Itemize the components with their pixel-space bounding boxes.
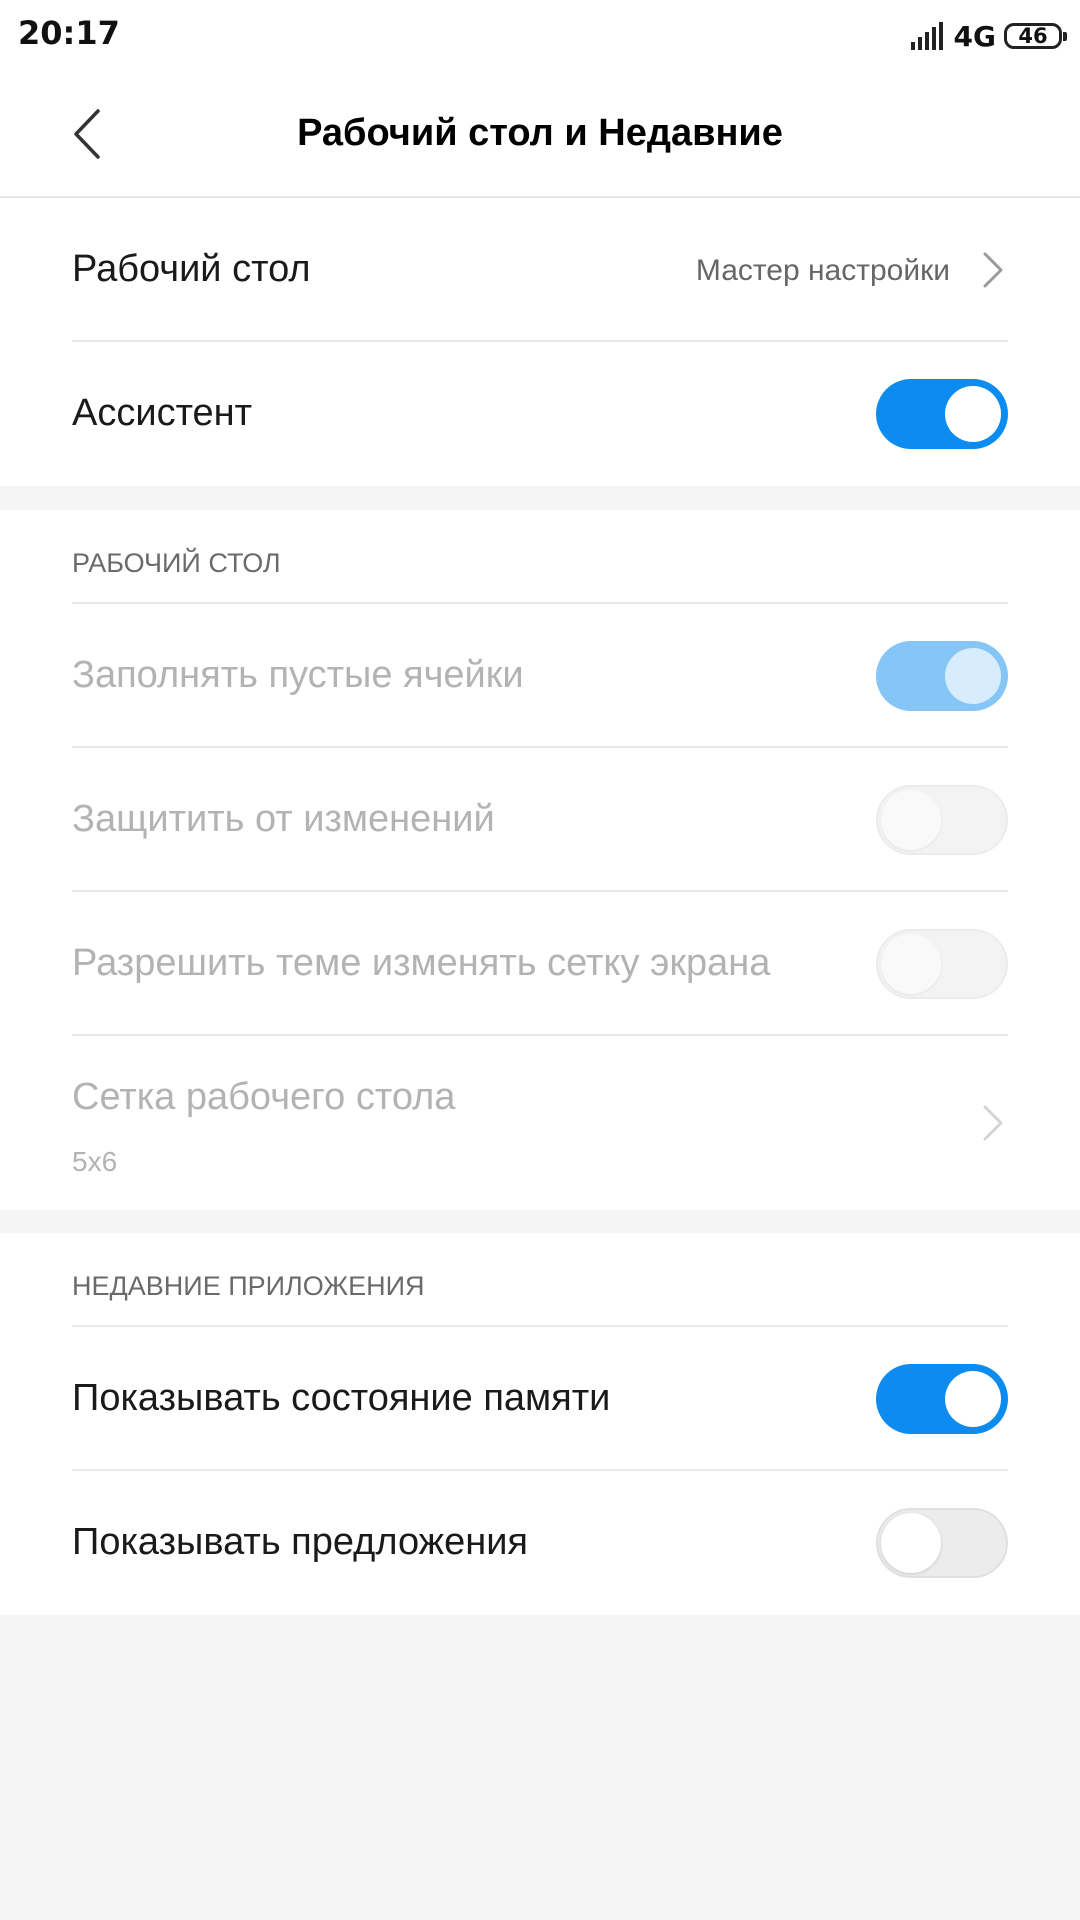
fill-empty-cells-item[interactable]: Заполнять пустые ячейки: [72, 604, 1008, 748]
lock-layout-label: Защитить от изменений: [72, 798, 495, 840]
desktop-settings-value: Мастер настройки: [695, 254, 950, 287]
desktop-settings-item[interactable]: Рабочий стол Мастер настройки: [72, 198, 1008, 342]
desktop-grid-item[interactable]: Сетка рабочего стола 5x6: [72, 1036, 1008, 1210]
chevron-right-icon: [983, 252, 1003, 288]
show-suggestions-label: Показывать предложения: [72, 1521, 528, 1563]
assistant-label: Ассистент: [72, 392, 253, 434]
assistant-toggle[interactable]: [876, 379, 1008, 449]
show-memory-toggle[interactable]: [876, 1364, 1008, 1434]
assistant-item[interactable]: Ассистент: [72, 342, 1008, 486]
desktop-grid-value: 5x6: [72, 1146, 118, 1177]
status-indicators: 4G 46: [910, 18, 1067, 54]
toggle-knob: [881, 790, 941, 850]
show-memory-label: Показывать состояние памяти: [72, 1377, 611, 1419]
section-header-desktop: РАБОЧИЙ СТОЛ: [72, 510, 1008, 604]
theme-grid-toggle[interactable]: [876, 929, 1008, 999]
show-memory-item[interactable]: Показывать состояние памяти: [72, 1327, 1008, 1471]
toggle-knob: [881, 934, 941, 994]
status-time: 20:17: [18, 14, 120, 52]
app-bar: Рабочий стол и Недавние: [0, 76, 1080, 198]
toggle-knob: [945, 648, 1001, 704]
top-section: Рабочий стол Мастер настройки Ассистент: [0, 198, 1080, 486]
battery-icon: 46: [1004, 23, 1067, 49]
section-header-recent: НЕДАВНИЕ ПРИЛОЖЕНИЯ: [72, 1233, 1008, 1327]
desktop-grid-label: Сетка рабочего стола: [72, 1076, 456, 1118]
status-bar: 20:17 4G 46: [0, 0, 1080, 76]
section-header-label: НЕДАВНИЕ ПРИЛОЖЕНИЯ: [72, 1271, 425, 1301]
desktop-settings-label: Рабочий стол: [72, 248, 311, 290]
network-type: 4G: [953, 19, 996, 53]
theme-grid-item[interactable]: Разрешить теме изменять сетку экрана: [72, 892, 1008, 1036]
lock-layout-item[interactable]: Защитить от изменений: [72, 748, 1008, 892]
chevron-right-icon: [983, 1105, 1003, 1141]
page-title: Рабочий стол и Недавние: [297, 112, 783, 154]
section-header-label: РАБОЧИЙ СТОЛ: [72, 548, 281, 578]
theme-grid-label: Разрешить теме изменять сетку экрана: [72, 942, 771, 984]
fill-empty-cells-label: Заполнять пустые ячейки: [72, 654, 524, 696]
show-suggestions-toggle[interactable]: [876, 1508, 1008, 1578]
battery-level: 46: [1018, 24, 1048, 48]
lock-layout-toggle[interactable]: [876, 785, 1008, 855]
toggle-knob: [945, 386, 1001, 442]
show-suggestions-item[interactable]: Показывать предложения: [72, 1471, 1008, 1615]
recent-section: НЕДАВНИЕ ПРИЛОЖЕНИЯ Показывать состояние…: [0, 1233, 1080, 1615]
signal-icon: [910, 22, 946, 50]
fill-empty-cells-toggle[interactable]: [876, 641, 1008, 711]
toggle-knob: [945, 1371, 1001, 1427]
toggle-knob: [881, 1513, 941, 1573]
desktop-section: РАБОЧИЙ СТОЛ Заполнять пустые ячейки Защ…: [0, 510, 1080, 1210]
